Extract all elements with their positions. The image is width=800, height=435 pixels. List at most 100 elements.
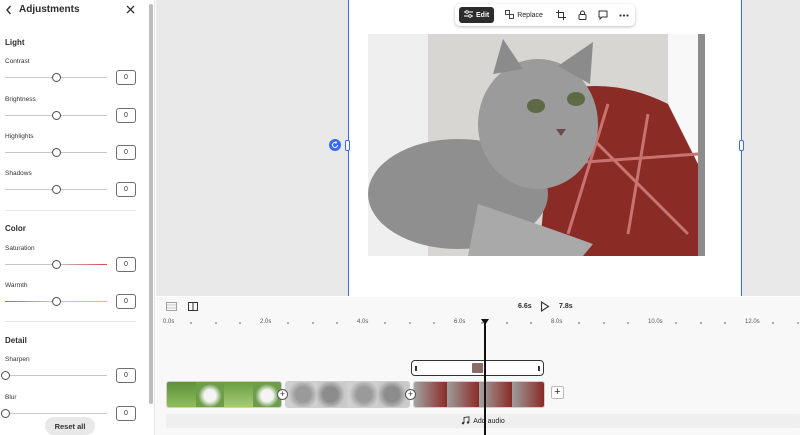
saturation-value-input[interactable]: 0 xyxy=(116,257,136,272)
ruler-tick-dot xyxy=(384,322,387,324)
ruler-tick-dot xyxy=(675,322,678,324)
close-icon[interactable] xyxy=(125,4,136,15)
reset-all-button[interactable]: Reset all xyxy=(45,417,95,435)
ruler-tick-dot xyxy=(602,322,605,324)
playhead-marker-icon[interactable] xyxy=(481,319,489,325)
add-audio-label: Add audio xyxy=(473,417,505,425)
ruler-tick-dot xyxy=(214,322,217,324)
warmth-slider-knob[interactable] xyxy=(51,297,61,306)
grid-icon[interactable] xyxy=(166,302,177,311)
ruler-tick-dot xyxy=(287,322,290,324)
ruler-tick-dot xyxy=(699,322,702,324)
crop-icon[interactable] xyxy=(554,7,569,23)
ruler-tick-dot xyxy=(796,322,799,324)
contrast-slider-knob[interactable] xyxy=(51,73,61,82)
video-image[interactable] xyxy=(368,34,705,256)
ruler-tick-dot xyxy=(311,322,314,324)
ruler-tick-label: 6.0s xyxy=(454,319,466,325)
section-heading: Color xyxy=(5,224,26,233)
timeline-panel: 6.6s 7.8s 0.0s 2.0s 4.0s 6.0s 8.0s 10.0s 12.0s xyxy=(156,297,800,435)
ruler-tick-dot xyxy=(408,322,411,324)
clip-dogs[interactable] xyxy=(166,381,282,408)
more-icon[interactable] xyxy=(616,7,631,23)
edit-button[interactable]: Edit xyxy=(459,7,495,23)
ruler-tick-dot xyxy=(723,322,726,324)
blur-value-input[interactable]: 0 xyxy=(116,406,136,421)
section-heading: Light xyxy=(5,38,25,47)
panel-scrollbar[interactable] xyxy=(149,4,153,404)
transition-plus-icon[interactable]: + xyxy=(277,389,288,400)
edit-label: Edit xyxy=(476,11,490,19)
section-divider xyxy=(5,210,136,211)
ruler-tick-label: 4.0s xyxy=(357,319,369,325)
contrast-value-input[interactable]: 0 xyxy=(116,70,136,85)
section-heading: Detail xyxy=(5,336,27,345)
highlights-label: Highlights xyxy=(5,133,34,140)
shadows-value-input[interactable]: 0 xyxy=(116,182,136,197)
saturation-label: Saturation xyxy=(5,245,35,252)
split-view-icon[interactable] xyxy=(188,302,198,311)
shadows-slider-knob[interactable] xyxy=(51,185,61,194)
time-ruler[interactable]: 0.0s 2.0s 4.0s 6.0s 8.0s 10.0s 12.0s xyxy=(156,319,800,329)
highlights-slider-knob[interactable] xyxy=(51,148,61,157)
transition-plus-icon[interactable]: + xyxy=(405,389,416,400)
play-icon[interactable] xyxy=(540,300,550,313)
ruler-tick-dot xyxy=(578,322,581,324)
blur-slider-track[interactable] xyxy=(5,413,107,414)
floating-toolbar: Edit Replace xyxy=(455,4,635,26)
left-resize-handle[interactable] xyxy=(345,140,350,151)
contrast-label: Contrast xyxy=(5,58,30,65)
highlights-value-input[interactable]: 0 xyxy=(116,145,136,160)
canvas-area xyxy=(156,0,800,296)
sliders-icon xyxy=(464,10,473,20)
right-resize-handle[interactable] xyxy=(739,140,744,151)
clip-thumbnail xyxy=(472,363,483,373)
lock-icon[interactable] xyxy=(575,7,590,23)
ruler-tick-dot xyxy=(772,322,775,324)
plus-icon: + xyxy=(554,386,561,398)
brightness-label: Brightness xyxy=(5,96,36,103)
replace-icon xyxy=(505,9,515,21)
ruler-tick-label: 0.0s xyxy=(163,319,175,325)
back-chevron-icon[interactable] xyxy=(4,4,14,16)
comment-icon[interactable] xyxy=(595,7,610,23)
ruler-tick-label: 12.0s xyxy=(745,319,760,325)
sharpen-label: Sharpen xyxy=(5,356,30,363)
music-note-icon xyxy=(461,415,470,427)
clip-cat-pillow[interactable] xyxy=(413,381,545,408)
adjustments-panel: Adjustments Light Contrast 0 Brightness 0 Hig… xyxy=(0,0,155,435)
add-audio-button[interactable]: Add audio xyxy=(166,414,800,428)
replace-button[interactable]: Replace xyxy=(500,7,548,23)
ruler-tick-label: 8.0s xyxy=(551,319,563,325)
rotate-icon[interactable] xyxy=(329,139,341,151)
shadows-label: Shadows xyxy=(5,170,32,177)
ruler-tick-dot xyxy=(190,322,193,324)
ruler-tick-dot xyxy=(626,322,629,324)
reset-all-label: Reset all xyxy=(54,421,86,431)
video-frame[interactable] xyxy=(348,0,742,296)
add-clip-button[interactable]: + xyxy=(551,386,564,399)
selected-clip-track[interactable] xyxy=(411,360,544,376)
section-divider xyxy=(5,321,136,322)
warmth-label: Warmth xyxy=(5,282,28,289)
video-track: + + xyxy=(166,381,546,409)
current-time: 6.6s xyxy=(518,303,532,310)
ruler-tick-label: 2.0s xyxy=(260,319,272,325)
brightness-slider-knob[interactable] xyxy=(51,111,61,120)
brightness-value-input[interactable]: 0 xyxy=(116,108,136,123)
ruler-tick-dot xyxy=(238,322,241,324)
blur-slider-knob[interactable] xyxy=(0,409,10,418)
clip-cats[interactable] xyxy=(285,381,410,408)
panel-title: Adjustments xyxy=(19,4,80,15)
blur-label: Blur xyxy=(5,394,17,401)
playhead[interactable] xyxy=(484,320,486,435)
saturation-slider-knob[interactable] xyxy=(51,260,61,269)
sharpen-slider-track[interactable] xyxy=(5,375,107,376)
ruler-tick-dot xyxy=(432,322,435,324)
ruler-tick-dot xyxy=(335,322,338,324)
warmth-value-input[interactable]: 0 xyxy=(116,294,136,309)
ruler-tick-dot xyxy=(529,322,532,324)
sharpen-value-input[interactable]: 0 xyxy=(116,368,136,383)
sharpen-slider-knob[interactable] xyxy=(0,371,10,380)
duration: 7.8s xyxy=(559,303,573,310)
